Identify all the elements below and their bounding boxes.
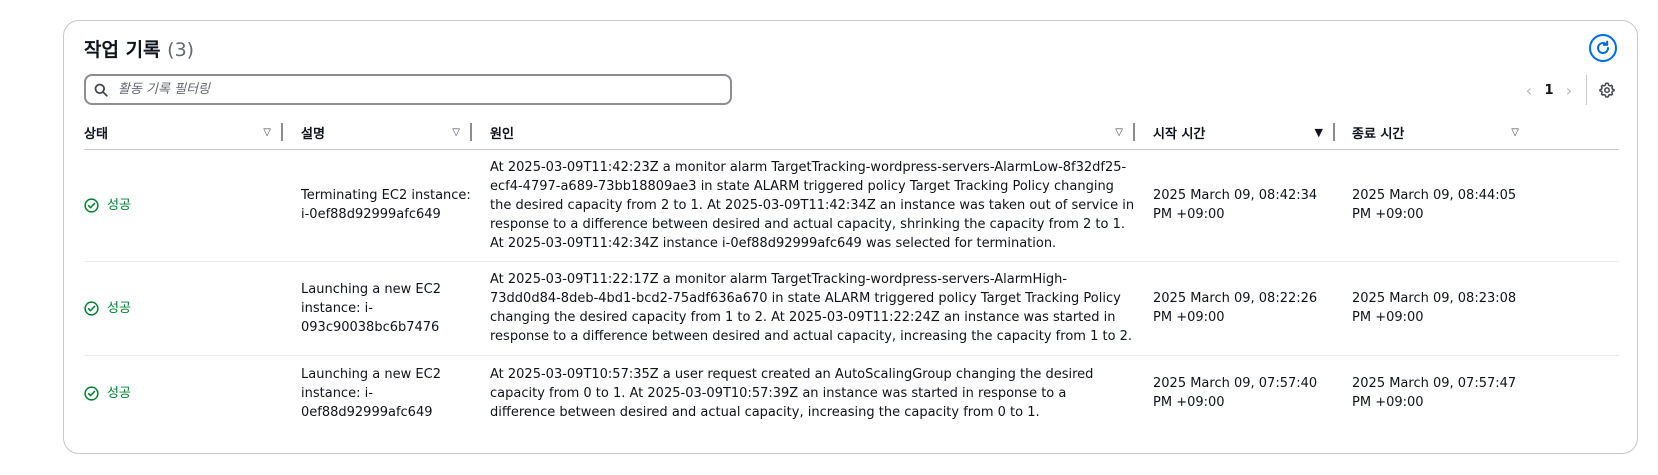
refresh-button[interactable] [1589, 34, 1617, 62]
column-resizer[interactable] [281, 123, 283, 141]
column-header-label: 원인 [490, 126, 514, 142]
column-resizer[interactable] [1133, 123, 1135, 141]
column-header-label: 설명 [301, 126, 325, 142]
sort-icon[interactable]: ▽ [1511, 127, 1519, 138]
sort-icon[interactable]: ▼ [1315, 126, 1323, 139]
success-icon [84, 300, 99, 316]
column-resizer[interactable] [1333, 123, 1335, 141]
panel-title-text: 작업 기록 [84, 39, 161, 61]
start-time-cell: 2025 March 09, 08:22:26 PM +09:00 [1153, 291, 1318, 325]
description-cell: Terminating EC2 instance: i-0ef88d92999a… [301, 188, 471, 222]
status-text: 성공 [107, 300, 131, 316]
column-header-status[interactable]: 상태 ▽ [84, 115, 283, 149]
start-time-cell: 2025 March 09, 07:57:40 PM +09:00 [1153, 376, 1318, 410]
cause-cell: At 2025-03-09T11:22:17Z a monitor alarm … [490, 272, 1133, 344]
table-header: 상태 ▽ 설명 ▽ 원인 ▽ 시작 시간 ▼ 종료 시간 ▽ [84, 115, 1619, 150]
cause-cell: At 2025-03-09T10:57:35Z a user request c… [490, 366, 1094, 420]
sort-icon[interactable]: ▽ [1115, 127, 1123, 138]
status-cell: 성공 [84, 149, 283, 261]
panel-title-count: (3) [167, 39, 195, 61]
panel-title: 작업 기록 (3) [84, 35, 194, 62]
table-row: 성공 Launching a new EC2 instance: i-0ef88… [84, 355, 1619, 431]
success-icon [84, 385, 99, 401]
start-time-cell: 2025 March 09, 08:42:34 PM +09:00 [1153, 188, 1318, 222]
pager-divider [1586, 75, 1587, 105]
gear-icon [1599, 82, 1615, 98]
end-time-cell: 2025 March 09, 08:23:08 PM +09:00 [1352, 291, 1517, 325]
status-text: 성공 [107, 385, 131, 401]
table-row: 성공 Terminating EC2 instance: i-0ef88d929… [84, 149, 1619, 262]
pagination: ‹ 1 › [1518, 75, 1615, 105]
success-icon [84, 197, 99, 213]
column-header-label: 종료 시간 [1352, 126, 1405, 142]
description-cell: Launching a new EC2 instance: i-0ef88d92… [301, 366, 441, 420]
sort-icon[interactable]: ▽ [452, 127, 460, 138]
status-cell: 성공 [84, 355, 283, 431]
column-header-label: 시작 시간 [1153, 126, 1206, 142]
prev-page-button[interactable]: ‹ [1518, 81, 1540, 100]
column-header-label: 상태 [84, 126, 108, 142]
sort-icon[interactable]: ▽ [263, 127, 271, 138]
column-header-end-time[interactable]: 종료 시간 ▽ [1352, 115, 1529, 149]
current-page[interactable]: 1 [1540, 83, 1558, 98]
end-time-cell: 2025 March 09, 07:57:47 PM +09:00 [1352, 376, 1517, 410]
next-page-button[interactable]: › [1558, 81, 1580, 100]
activity-history-panel: 작업 기록 (3) ‹ 1 › 상태 ▽ [63, 20, 1638, 454]
search-input[interactable] [116, 81, 730, 98]
description-cell: Launching a new EC2 instance: i-093c9003… [301, 281, 441, 335]
search-field[interactable] [84, 74, 732, 105]
cause-cell: At 2025-03-09T11:42:23Z a monitor alarm … [490, 159, 1135, 251]
status-text: 성공 [107, 197, 131, 213]
status-cell: 성공 [84, 261, 283, 355]
settings-button[interactable] [1599, 82, 1615, 98]
column-resizer[interactable] [470, 123, 472, 141]
search-icon [86, 83, 116, 97]
end-time-cell: 2025 March 09, 08:44:05 PM +09:00 [1352, 188, 1517, 222]
column-header-cause[interactable]: 원인 ▽ [490, 115, 1135, 149]
column-header-description[interactable]: 설명 ▽ [301, 115, 472, 149]
refresh-icon [1597, 40, 1610, 54]
table-row: 성공 Launching a new EC2 instance: i-093c9… [84, 261, 1619, 356]
column-header-start-time[interactable]: 시작 시간 ▼ [1153, 115, 1335, 149]
